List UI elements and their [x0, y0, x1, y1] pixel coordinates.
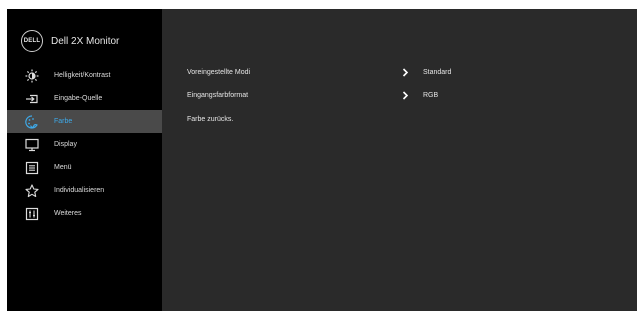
sidebar-item-display[interactable]: Display	[7, 133, 162, 156]
setting-value: RGB	[423, 91, 439, 99]
sidebar-item-label: Display	[54, 141, 77, 148]
monitor-osd: DELL Dell 2X Monitor Helligkeit/Kontrast…	[7, 9, 637, 311]
others-icon	[25, 207, 39, 221]
input-source-icon	[25, 92, 39, 106]
monitor-model-name: Dell 2X Monitor	[51, 35, 120, 47]
brightness-icon	[25, 69, 39, 83]
chevron-right-icon	[399, 89, 411, 101]
sidebar-item-menu[interactable]: Menü	[7, 156, 162, 179]
sidebar-item-label: Weiteres	[54, 210, 82, 217]
chevron-right-icon	[399, 66, 411, 78]
color-settings-panel: Voreingestellte Modi Standard Eingangsfa…	[162, 9, 637, 311]
brand-header: DELL Dell 2X Monitor	[21, 30, 119, 52]
menu-icon	[25, 161, 39, 175]
sidebar-menu: Helligkeit/Kontrast Eingabe-Quelle Farbe…	[7, 64, 162, 225]
setting-value: Standard	[423, 68, 452, 76]
sidebar-item-brightness-contrast[interactable]: Helligkeit/Kontrast	[7, 64, 162, 87]
color-palette-icon	[25, 114, 39, 129]
sidebar-item-label: Menü	[54, 164, 72, 171]
sidebar-item-label: Individualisieren	[54, 187, 105, 194]
sidebar-item-color[interactable]: Farbe	[7, 110, 162, 133]
sidebar-item-input-source[interactable]: Eingabe-Quelle	[7, 87, 162, 110]
reset-color-row[interactable]: Farbe zurücks.	[187, 113, 399, 125]
sidebar-item-label: Farbe	[54, 118, 73, 125]
sidebar: DELL Dell 2X Monitor Helligkeit/Kontrast…	[7, 9, 162, 311]
input-color-format-row[interactable]: Eingangsfarbformat RGB	[187, 89, 438, 101]
setting-label: Farbe zurücks.	[187, 115, 234, 123]
sidebar-item-personalize[interactable]: Individualisieren	[7, 179, 162, 202]
preset-modes-row[interactable]: Voreingestellte Modi Standard	[187, 66, 451, 78]
sidebar-item-label: Helligkeit/Kontrast	[54, 72, 111, 79]
star-icon	[25, 183, 39, 198]
display-icon	[25, 138, 39, 152]
sidebar-item-others[interactable]: Weiteres	[7, 202, 162, 225]
setting-label: Eingangsfarbformat	[187, 91, 249, 99]
dell-logo: DELL	[21, 30, 43, 52]
setting-label: Voreingestellte Modi	[187, 68, 251, 76]
sidebar-item-label: Eingabe-Quelle	[54, 95, 103, 102]
